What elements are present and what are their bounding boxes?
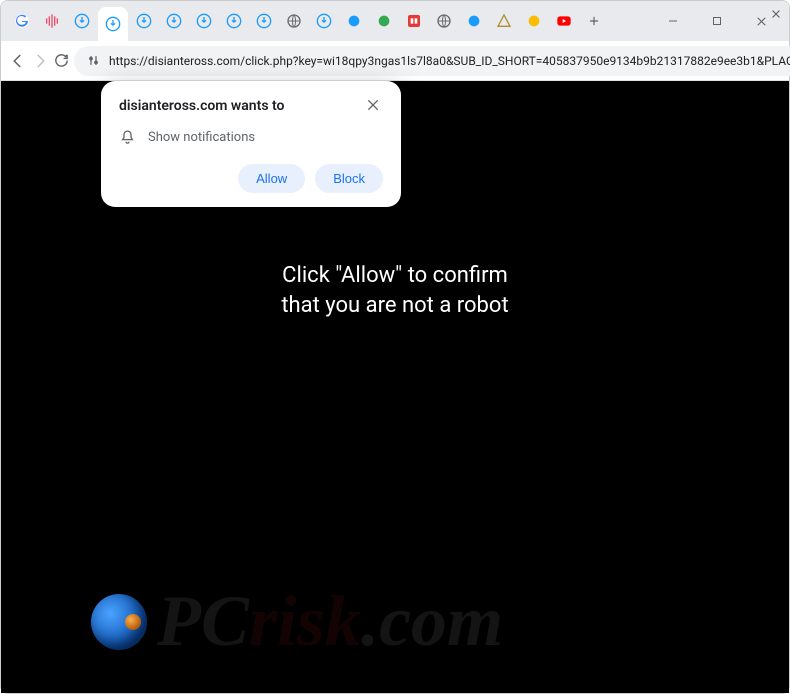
block-button[interactable]: Block: [315, 164, 383, 193]
page-message: Click "Allow" to confirm that you are no…: [1, 261, 789, 320]
forward-button: [31, 45, 49, 77]
yellow-dot-icon: [526, 13, 542, 29]
blue-dot-icon: [346, 13, 362, 29]
download-icon: [256, 13, 272, 29]
download-icon: [196, 13, 212, 29]
permission-option: Show notifications: [148, 130, 255, 145]
tab-19[interactable]: [550, 7, 578, 35]
close-tab-icon[interactable]: [769, 7, 783, 21]
tab-12[interactable]: [340, 7, 368, 35]
sound-icon: [44, 13, 60, 29]
bell-icon: [119, 129, 136, 146]
tab-15[interactable]: [430, 7, 458, 35]
message-line-2: that you are not a robot: [1, 291, 789, 321]
watermark-ball-icon: [91, 594, 147, 650]
browser-toolbar: https://disianteross.com/click.php?key=w…: [1, 41, 789, 81]
close-popup-button[interactable]: [365, 97, 383, 115]
tab-9[interactable]: [250, 7, 278, 35]
youtube-icon: [556, 13, 572, 29]
red-square-icon: [406, 13, 422, 29]
tab-18[interactable]: [520, 7, 548, 35]
download-icon: [105, 16, 121, 32]
download-icon: [166, 13, 182, 29]
url-text: https://disianteross.com/click.php?key=w…: [109, 54, 790, 68]
tab-3[interactable]: [68, 7, 96, 35]
tab-7[interactable]: [190, 7, 218, 35]
watermark-part1: PC: [157, 581, 249, 661]
watermark-part2: risk: [249, 581, 361, 661]
download-icon: [226, 13, 242, 29]
tab-8[interactable]: [220, 7, 248, 35]
tab-11[interactable]: [310, 7, 338, 35]
maximize-button[interactable]: [695, 6, 739, 36]
allow-button[interactable]: Allow: [238, 164, 305, 193]
back-button[interactable]: [9, 45, 27, 77]
download-icon: [316, 13, 332, 29]
reload-button[interactable]: [53, 45, 70, 77]
blue-dot-icon: [466, 13, 482, 29]
tab-6[interactable]: [160, 7, 188, 35]
green-dot-icon: [376, 13, 392, 29]
minimize-button[interactable]: [651, 6, 695, 36]
tab-13[interactable]: [370, 7, 398, 35]
globe-icon: [436, 13, 452, 29]
tab-17[interactable]: [490, 7, 518, 35]
message-line-1: Click "Allow" to confirm: [1, 261, 789, 291]
tab-4-active[interactable]: [98, 7, 128, 41]
globe-icon: [286, 13, 302, 29]
watermark: PCrisk.com: [91, 580, 503, 663]
permission-title: disianteross.com wants to: [119, 98, 284, 114]
tab-2[interactable]: [38, 7, 66, 35]
tab-5[interactable]: [130, 7, 158, 35]
download-icon: [74, 13, 90, 29]
google-icon: [14, 13, 30, 29]
tab-1[interactable]: [8, 7, 36, 35]
address-bar[interactable]: https://disianteross.com/click.php?key=w…: [74, 46, 790, 76]
tab-strip: [1, 1, 789, 41]
download-icon: [136, 13, 152, 29]
site-settings-icon[interactable]: [86, 53, 101, 68]
tab-16[interactable]: [460, 7, 488, 35]
new-tab-button[interactable]: [580, 7, 608, 35]
watermark-part3: .com: [361, 581, 503, 661]
tri-icon: [496, 13, 512, 29]
notification-permission-popup: disianteross.com wants to Show notificat…: [101, 81, 401, 207]
tab-14[interactable]: [400, 7, 428, 35]
tab-10[interactable]: [280, 7, 308, 35]
